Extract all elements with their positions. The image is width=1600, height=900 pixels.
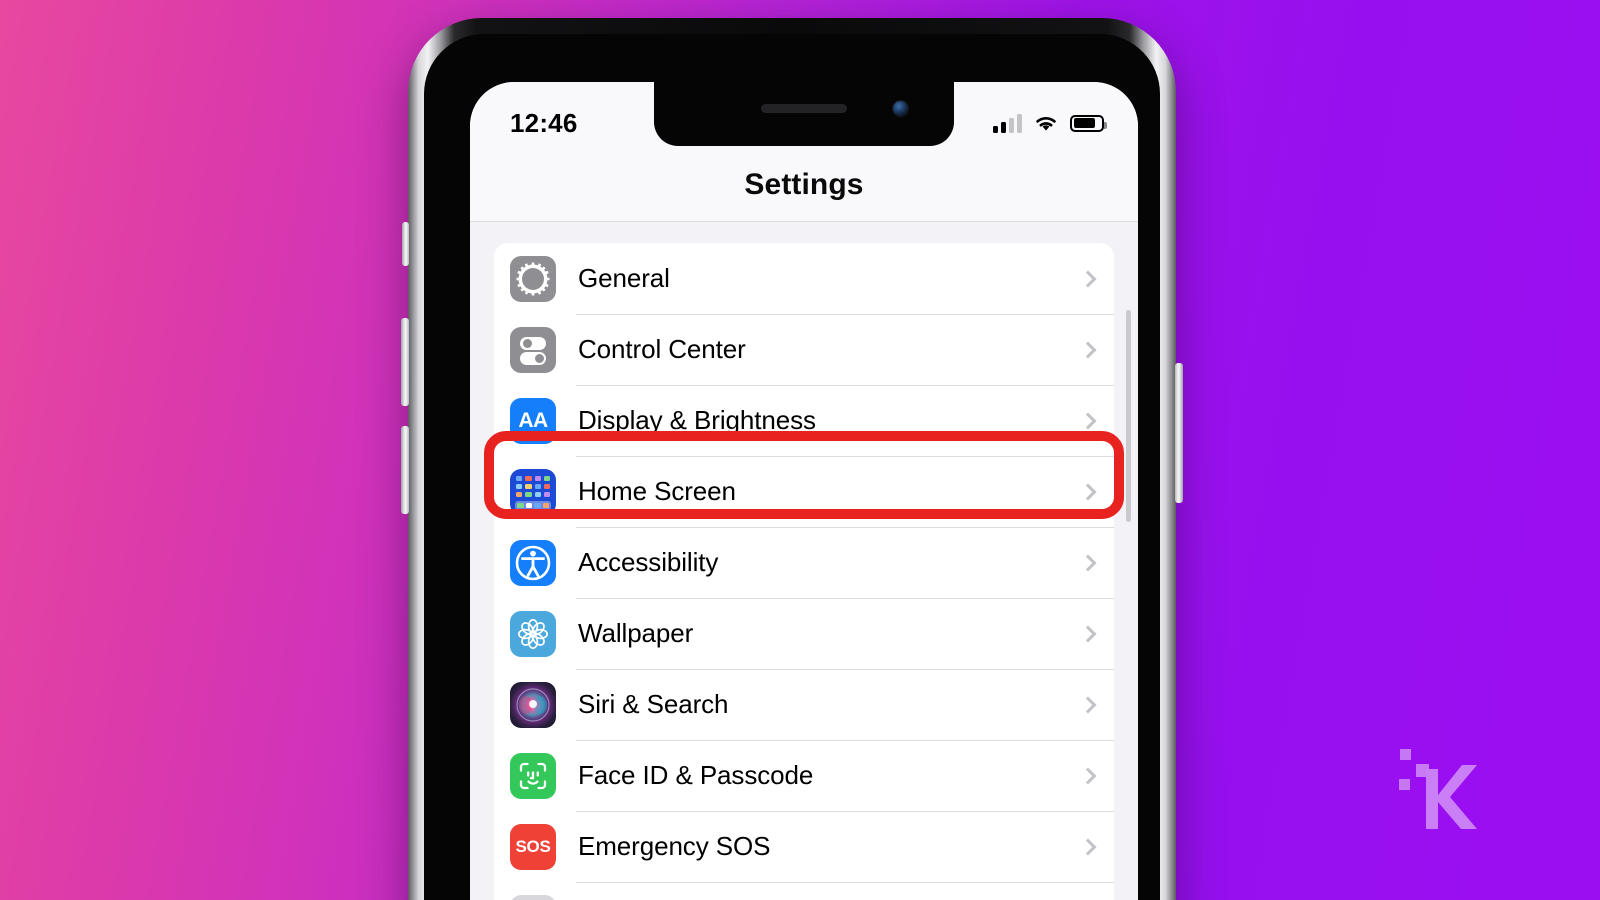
status-indicators (993, 113, 1107, 133)
phone-screen: 12:46 Settings General Control Center AA… (470, 82, 1138, 900)
settings-row-label: Accessibility (578, 547, 719, 577)
volume-up-button[interactable] (401, 318, 409, 406)
settings-row-general[interactable]: General (494, 243, 1114, 314)
settings-row-control-center[interactable]: Control Center (494, 314, 1114, 385)
settings-row-label: Emergency SOS (578, 831, 771, 861)
silent-switch-button[interactable] (402, 222, 409, 266)
volume-down-button[interactable] (401, 426, 409, 514)
earpiece-speaker-icon (761, 104, 847, 113)
phone-bezel: 12:46 Settings General Control Center AA… (424, 34, 1160, 900)
settings-row-label: Siri & Search (578, 689, 729, 719)
chevron-right-icon (1079, 483, 1097, 500)
vertical-scroll-indicator[interactable] (1126, 310, 1131, 522)
sos-icon-label: SOS (515, 836, 551, 856)
battery-icon (1070, 114, 1107, 132)
settings-row-label: Display & Brightness (578, 405, 816, 435)
settings-row-label: Control Center (578, 334, 746, 364)
settings-row-partial[interactable] (494, 882, 1114, 900)
app-grid-icon (510, 468, 556, 515)
aa-icon-label: AA (518, 408, 548, 432)
chevron-right-icon (1079, 696, 1097, 713)
chevron-right-icon (1079, 554, 1097, 571)
face-id-icon (510, 752, 556, 799)
settings-row-label: Home Screen (578, 476, 736, 506)
settings-row-wallpaper[interactable]: Wallpaper (494, 598, 1114, 669)
chevron-right-icon (1079, 625, 1097, 642)
settings-row-emergency-sos[interactable]: SOS Emergency SOS (494, 811, 1114, 882)
cellular-signal-icon (993, 113, 1022, 133)
partial-row-icon (510, 894, 556, 900)
wifi-icon (1036, 116, 1056, 131)
page-title: Settings (744, 167, 864, 201)
settings-group: General Control Center AA Display & Brig… (494, 243, 1114, 900)
accessibility-icon (510, 539, 556, 586)
gear-icon (510, 255, 556, 302)
settings-row-home-screen[interactable]: Home Screen (494, 456, 1114, 527)
navigation-bar: Settings (470, 148, 1138, 222)
power-button[interactable] (1175, 363, 1183, 503)
front-camera-icon (893, 101, 908, 116)
chevron-right-icon (1079, 767, 1097, 784)
settings-row-face-id-passcode[interactable]: Face ID & Passcode (494, 740, 1114, 811)
knowtechie-logo-icon (1399, 749, 1477, 829)
settings-row-label: Face ID & Passcode (578, 760, 814, 790)
notch (654, 82, 954, 146)
sos-icon: SOS (510, 823, 556, 870)
settings-scroll-area[interactable]: General Control Center AA Display & Brig… (470, 223, 1138, 900)
chevron-right-icon (1079, 270, 1097, 287)
screenshot-stage: 12:46 Settings General Control Center AA… (0, 0, 1600, 900)
siri-orb-icon (510, 681, 556, 728)
chevron-right-icon (1079, 412, 1097, 429)
toggles-icon (510, 326, 556, 373)
chevron-right-icon (1079, 341, 1097, 358)
settings-row-label: Wallpaper (578, 618, 694, 648)
settings-row-label: General (578, 263, 670, 293)
flower-icon (510, 610, 556, 657)
aa-text-size-icon: AA (510, 397, 556, 444)
settings-row-display-brightness[interactable]: AA Display & Brightness (494, 385, 1114, 456)
settings-row-siri-search[interactable]: Siri & Search (494, 669, 1114, 740)
settings-row-accessibility[interactable]: Accessibility (494, 527, 1114, 598)
iphone-device: 12:46 Settings General Control Center AA… (401, 18, 1183, 900)
chevron-right-icon (1079, 838, 1097, 855)
status-time: 12:46 (510, 107, 578, 138)
